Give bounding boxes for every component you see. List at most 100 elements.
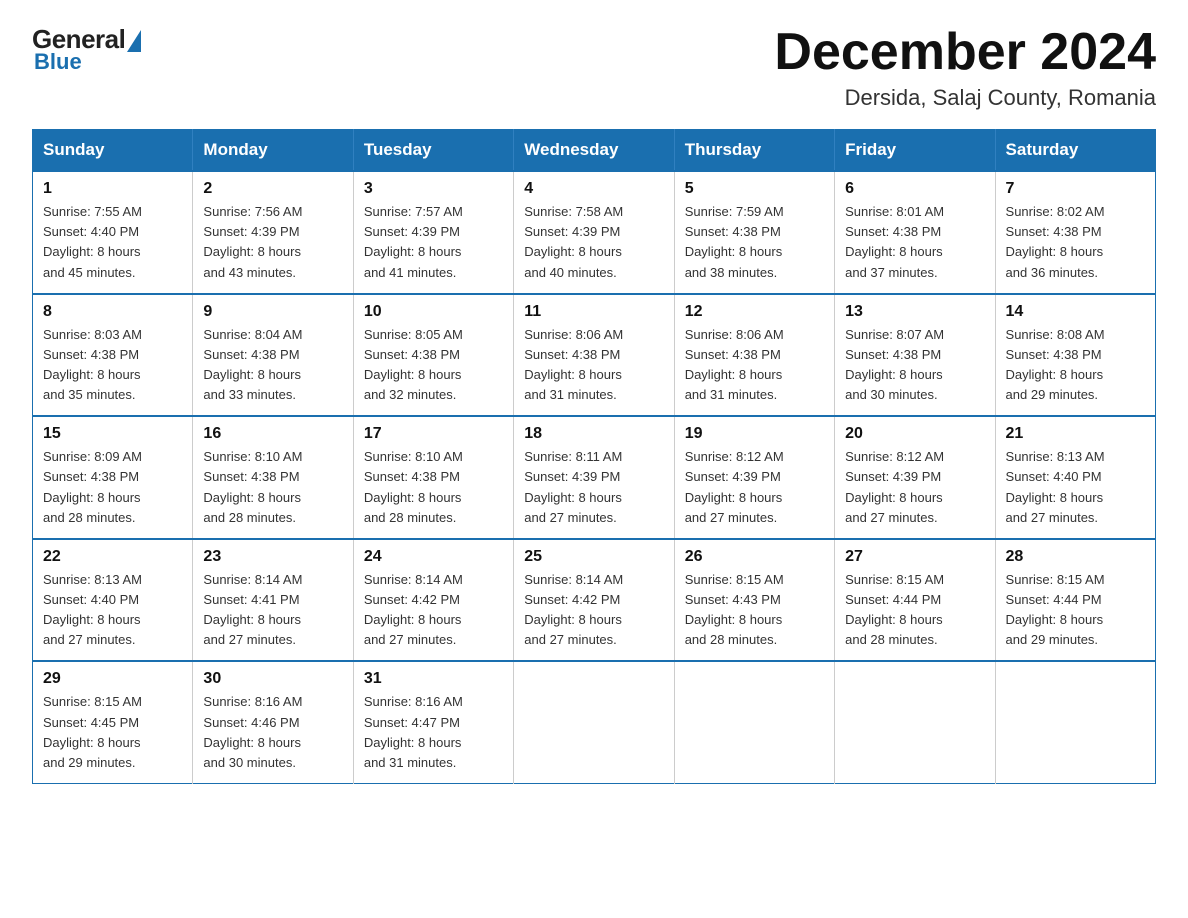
day-number: 28 bbox=[1006, 548, 1145, 566]
title-block: December 2024 Dersida, Salaj County, Rom… bbox=[774, 24, 1156, 111]
table-row bbox=[835, 661, 995, 783]
day-info: Sunrise: 8:15 AM Sunset: 4:45 PM Dayligh… bbox=[43, 692, 182, 773]
day-number: 1 bbox=[43, 180, 182, 198]
day-info: Sunrise: 8:10 AM Sunset: 4:38 PM Dayligh… bbox=[364, 447, 503, 528]
day-info: Sunrise: 7:55 AM Sunset: 4:40 PM Dayligh… bbox=[43, 202, 182, 283]
day-number: 8 bbox=[43, 303, 182, 321]
table-row: 15 Sunrise: 8:09 AM Sunset: 4:38 PM Dayl… bbox=[33, 416, 193, 539]
table-row bbox=[995, 661, 1155, 783]
day-info: Sunrise: 7:58 AM Sunset: 4:39 PM Dayligh… bbox=[524, 202, 663, 283]
day-info: Sunrise: 8:07 AM Sunset: 4:38 PM Dayligh… bbox=[845, 325, 984, 406]
day-number: 14 bbox=[1006, 303, 1145, 321]
table-row: 19 Sunrise: 8:12 AM Sunset: 4:39 PM Dayl… bbox=[674, 416, 834, 539]
day-number: 23 bbox=[203, 548, 342, 566]
day-info: Sunrise: 8:14 AM Sunset: 4:42 PM Dayligh… bbox=[524, 570, 663, 651]
day-info: Sunrise: 7:57 AM Sunset: 4:39 PM Dayligh… bbox=[364, 202, 503, 283]
table-row: 12 Sunrise: 8:06 AM Sunset: 4:38 PM Dayl… bbox=[674, 294, 834, 417]
calendar-week-row: 15 Sunrise: 8:09 AM Sunset: 4:38 PM Dayl… bbox=[33, 416, 1156, 539]
day-number: 27 bbox=[845, 548, 984, 566]
table-row: 13 Sunrise: 8:07 AM Sunset: 4:38 PM Dayl… bbox=[835, 294, 995, 417]
day-info: Sunrise: 8:12 AM Sunset: 4:39 PM Dayligh… bbox=[845, 447, 984, 528]
table-row: 5 Sunrise: 7:59 AM Sunset: 4:38 PM Dayli… bbox=[674, 171, 834, 294]
day-info: Sunrise: 8:13 AM Sunset: 4:40 PM Dayligh… bbox=[43, 570, 182, 651]
table-row: 23 Sunrise: 8:14 AM Sunset: 4:41 PM Dayl… bbox=[193, 539, 353, 662]
day-info: Sunrise: 8:03 AM Sunset: 4:38 PM Dayligh… bbox=[43, 325, 182, 406]
day-number: 2 bbox=[203, 180, 342, 198]
col-friday: Friday bbox=[835, 130, 995, 172]
day-number: 20 bbox=[845, 425, 984, 443]
col-saturday: Saturday bbox=[995, 130, 1155, 172]
table-row bbox=[674, 661, 834, 783]
calendar-table: Sunday Monday Tuesday Wednesday Thursday… bbox=[32, 129, 1156, 784]
logo-triangle-icon bbox=[127, 30, 141, 52]
table-row: 8 Sunrise: 8:03 AM Sunset: 4:38 PM Dayli… bbox=[33, 294, 193, 417]
day-number: 18 bbox=[524, 425, 663, 443]
table-row: 3 Sunrise: 7:57 AM Sunset: 4:39 PM Dayli… bbox=[353, 171, 513, 294]
day-info: Sunrise: 7:56 AM Sunset: 4:39 PM Dayligh… bbox=[203, 202, 342, 283]
day-number: 29 bbox=[43, 670, 182, 688]
table-row: 22 Sunrise: 8:13 AM Sunset: 4:40 PM Dayl… bbox=[33, 539, 193, 662]
day-number: 7 bbox=[1006, 180, 1145, 198]
col-thursday: Thursday bbox=[674, 130, 834, 172]
day-info: Sunrise: 8:06 AM Sunset: 4:38 PM Dayligh… bbox=[524, 325, 663, 406]
day-info: Sunrise: 8:15 AM Sunset: 4:44 PM Dayligh… bbox=[1006, 570, 1145, 651]
table-row: 10 Sunrise: 8:05 AM Sunset: 4:38 PM Dayl… bbox=[353, 294, 513, 417]
day-number: 30 bbox=[203, 670, 342, 688]
table-row: 28 Sunrise: 8:15 AM Sunset: 4:44 PM Dayl… bbox=[995, 539, 1155, 662]
day-number: 19 bbox=[685, 425, 824, 443]
calendar-week-row: 29 Sunrise: 8:15 AM Sunset: 4:45 PM Dayl… bbox=[33, 661, 1156, 783]
table-row: 7 Sunrise: 8:02 AM Sunset: 4:38 PM Dayli… bbox=[995, 171, 1155, 294]
logo-blue-text: Blue bbox=[34, 49, 82, 75]
table-row: 21 Sunrise: 8:13 AM Sunset: 4:40 PM Dayl… bbox=[995, 416, 1155, 539]
day-number: 15 bbox=[43, 425, 182, 443]
day-number: 11 bbox=[524, 303, 663, 321]
day-number: 3 bbox=[364, 180, 503, 198]
day-number: 5 bbox=[685, 180, 824, 198]
day-number: 26 bbox=[685, 548, 824, 566]
day-number: 21 bbox=[1006, 425, 1145, 443]
day-number: 12 bbox=[685, 303, 824, 321]
table-row: 26 Sunrise: 8:15 AM Sunset: 4:43 PM Dayl… bbox=[674, 539, 834, 662]
day-number: 17 bbox=[364, 425, 503, 443]
table-row: 11 Sunrise: 8:06 AM Sunset: 4:38 PM Dayl… bbox=[514, 294, 674, 417]
calendar-week-row: 22 Sunrise: 8:13 AM Sunset: 4:40 PM Dayl… bbox=[33, 539, 1156, 662]
month-title: December 2024 bbox=[774, 24, 1156, 81]
day-number: 31 bbox=[364, 670, 503, 688]
day-number: 16 bbox=[203, 425, 342, 443]
day-info: Sunrise: 8:16 AM Sunset: 4:47 PM Dayligh… bbox=[364, 692, 503, 773]
table-row: 24 Sunrise: 8:14 AM Sunset: 4:42 PM Dayl… bbox=[353, 539, 513, 662]
day-info: Sunrise: 8:04 AM Sunset: 4:38 PM Dayligh… bbox=[203, 325, 342, 406]
day-info: Sunrise: 8:09 AM Sunset: 4:38 PM Dayligh… bbox=[43, 447, 182, 528]
day-info: Sunrise: 8:14 AM Sunset: 4:41 PM Dayligh… bbox=[203, 570, 342, 651]
table-row: 29 Sunrise: 8:15 AM Sunset: 4:45 PM Dayl… bbox=[33, 661, 193, 783]
day-info: Sunrise: 8:11 AM Sunset: 4:39 PM Dayligh… bbox=[524, 447, 663, 528]
day-info: Sunrise: 8:16 AM Sunset: 4:46 PM Dayligh… bbox=[203, 692, 342, 773]
day-number: 22 bbox=[43, 548, 182, 566]
day-number: 6 bbox=[845, 180, 984, 198]
day-info: Sunrise: 8:02 AM Sunset: 4:38 PM Dayligh… bbox=[1006, 202, 1145, 283]
table-row: 20 Sunrise: 8:12 AM Sunset: 4:39 PM Dayl… bbox=[835, 416, 995, 539]
calendar-week-row: 8 Sunrise: 8:03 AM Sunset: 4:38 PM Dayli… bbox=[33, 294, 1156, 417]
day-number: 4 bbox=[524, 180, 663, 198]
day-number: 25 bbox=[524, 548, 663, 566]
day-number: 24 bbox=[364, 548, 503, 566]
table-row: 2 Sunrise: 7:56 AM Sunset: 4:39 PM Dayli… bbox=[193, 171, 353, 294]
day-number: 10 bbox=[364, 303, 503, 321]
day-info: Sunrise: 8:14 AM Sunset: 4:42 PM Dayligh… bbox=[364, 570, 503, 651]
day-info: Sunrise: 8:13 AM Sunset: 4:40 PM Dayligh… bbox=[1006, 447, 1145, 528]
table-row: 1 Sunrise: 7:55 AM Sunset: 4:40 PM Dayli… bbox=[33, 171, 193, 294]
day-info: Sunrise: 8:01 AM Sunset: 4:38 PM Dayligh… bbox=[845, 202, 984, 283]
day-info: Sunrise: 7:59 AM Sunset: 4:38 PM Dayligh… bbox=[685, 202, 824, 283]
col-monday: Monday bbox=[193, 130, 353, 172]
day-info: Sunrise: 8:06 AM Sunset: 4:38 PM Dayligh… bbox=[685, 325, 824, 406]
day-info: Sunrise: 8:15 AM Sunset: 4:43 PM Dayligh… bbox=[685, 570, 824, 651]
table-row: 18 Sunrise: 8:11 AM Sunset: 4:39 PM Dayl… bbox=[514, 416, 674, 539]
table-row bbox=[514, 661, 674, 783]
table-row: 9 Sunrise: 8:04 AM Sunset: 4:38 PM Dayli… bbox=[193, 294, 353, 417]
day-number: 9 bbox=[203, 303, 342, 321]
calendar-header-row: Sunday Monday Tuesday Wednesday Thursday… bbox=[33, 130, 1156, 172]
day-info: Sunrise: 8:05 AM Sunset: 4:38 PM Dayligh… bbox=[364, 325, 503, 406]
table-row: 16 Sunrise: 8:10 AM Sunset: 4:38 PM Dayl… bbox=[193, 416, 353, 539]
day-number: 13 bbox=[845, 303, 984, 321]
table-row: 27 Sunrise: 8:15 AM Sunset: 4:44 PM Dayl… bbox=[835, 539, 995, 662]
